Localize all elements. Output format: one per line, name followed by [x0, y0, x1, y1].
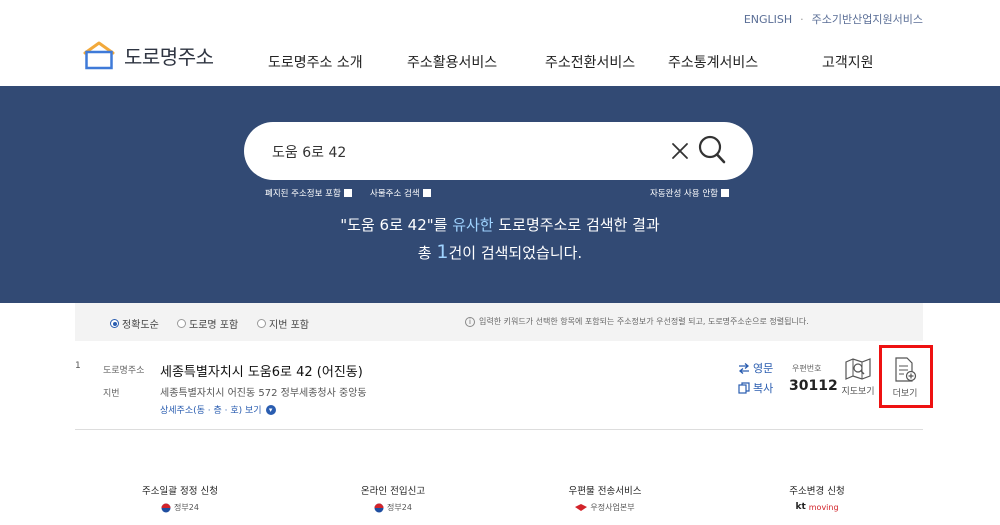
clear-icon[interactable]: [669, 140, 691, 162]
info-icon: i: [465, 316, 475, 327]
highlight-box: [879, 345, 933, 408]
msg-count-suffix: 건이 검색되었습니다.: [448, 244, 583, 262]
english-address-button[interactable]: 영문: [738, 360, 773, 376]
result-row: 1 도로명주소 세종특별자치시 도움6로 42 (어진동) 지번 세종특별자치시…: [75, 341, 933, 430]
separator: ·: [800, 12, 804, 26]
copy-icon: [738, 382, 750, 394]
detail-address-label: 상세주소(동 · 층 · 호) 보기: [160, 406, 262, 416]
sort-notice: i 입력한 키워드가 선택한 항목에 포함되는 주소정보가 우선정렬 되고, 도…: [465, 316, 809, 327]
nav-item-usage[interactable]: 주소활용서비스: [407, 52, 497, 72]
copy-label: 복사: [753, 382, 774, 395]
taegeuk-icon: [161, 503, 171, 512]
radio-jibun-dot[interactable]: [257, 319, 266, 328]
nav-item-statistics[interactable]: 주소통계서비스: [668, 52, 758, 72]
zip-code-label: 우편번호: [792, 364, 822, 373]
map-view-button[interactable]: 지도보기: [838, 357, 878, 413]
radio-road[interactable]: 도로명 포함: [177, 316, 238, 331]
building-option-label: 사물주소 검색: [370, 189, 420, 199]
building-option[interactable]: 사물주소 검색: [370, 187, 431, 199]
quick-link-source: moving: [808, 502, 839, 512]
autocomplete-checkbox[interactable]: [720, 189, 729, 197]
map-view-label: 지도보기: [841, 387, 875, 397]
quick-link-title: 주소일괄 정정 신청: [142, 486, 218, 497]
autocomplete-option[interactable]: 자동완성 사용 안함: [650, 187, 729, 199]
search-hero: 폐지된 주소정보 포함 사물주소 검색 자동완성 사용 안함 "도움 6로 42…: [0, 86, 1000, 303]
quick-link-title: 주소변경 신청: [789, 486, 845, 497]
result-query-message: "도움 6로 42"를 유사한 도로명주소로 검색한 결과: [0, 214, 1000, 235]
nav-item-support[interactable]: 고객지원: [822, 52, 874, 72]
gov24-logo: 정부24: [80, 502, 280, 513]
map-icon: [845, 358, 871, 380]
quick-link-mail-forwarding[interactable]: 우편물 전송서비스 우정사업본부: [505, 483, 705, 513]
quick-link-bulk-correction[interactable]: 주소일괄 정정 신청 정부24: [80, 483, 280, 513]
sort-filter-bar: 정확도순 도로명 포함 지번 포함 i 입력한 키워드가 선택한 항목에 포함되…: [75, 303, 923, 341]
road-address-label: 도로명주소: [103, 366, 145, 376]
msg-count-number: 1: [436, 241, 449, 263]
radio-accuracy-label: 정확도순: [122, 320, 159, 331]
industry-support-link[interactable]: 주소기반산업지원서비스: [812, 11, 923, 27]
gov24-logo: 정부24: [293, 502, 493, 513]
jibun-address: 세종특별자치시 어진동 572 정부세종청사 중앙동: [160, 388, 367, 399]
nav-item-conversion[interactable]: 주소전환서비스: [545, 52, 635, 72]
abolished-option[interactable]: 폐지된 주소정보 포함: [265, 187, 352, 199]
quick-link-source: 정부24: [387, 503, 412, 512]
msg-query-suffix: 도로명주소로 검색한 결과: [493, 216, 660, 234]
postal-swallow-icon: [575, 504, 588, 511]
english-link[interactable]: ENGLISH: [744, 13, 792, 26]
quick-link-title: 온라인 전입신고: [360, 486, 426, 497]
road-address: 세종특별자치시 도움6로 42 (어진동): [160, 365, 363, 380]
abolished-option-label: 폐지된 주소정보 포함: [265, 189, 341, 199]
english-address-label: 영문: [753, 362, 774, 375]
result-count-message: 총 1건이 검색되었습니다.: [0, 241, 1000, 263]
abolished-checkbox[interactable]: [343, 189, 352, 197]
msg-similar-highlight: 유사한: [452, 216, 494, 234]
detail-address-link[interactable]: 상세주소(동 · 층 · 호) 보기 ▾: [160, 403, 276, 416]
copy-button[interactable]: 복사: [738, 380, 773, 396]
utility-links: ENGLISH · 주소기반산업지원서비스: [744, 11, 923, 27]
search-box: [244, 122, 753, 180]
swap-arrows-icon: [738, 362, 750, 374]
radio-accuracy[interactable]: 정확도순: [110, 316, 159, 331]
kt-moving-logo: kt moving: [717, 502, 917, 512]
chevron-down-icon: ▾: [265, 404, 276, 415]
nav-item-intro[interactable]: 도로명주소 소개: [268, 52, 363, 72]
search-icon[interactable]: [697, 134, 727, 166]
quick-link-title: 우편물 전송서비스: [568, 486, 642, 497]
msg-query-text: "도움 6로 42"를: [340, 216, 453, 234]
main-nav: 도로명주소 소개 주소활용서비스 주소전환서비스 주소통계서비스 고객지원: [0, 52, 1000, 72]
quick-link-source: 정부24: [174, 503, 199, 512]
jibun-label: 지번: [103, 389, 120, 399]
radio-road-dot[interactable]: [177, 319, 186, 328]
sort-notice-text: 입력한 키워드가 선택한 항목에 포함되는 주소정보가 우선정렬 되고, 도로명…: [479, 317, 809, 326]
taegeuk-icon: [374, 503, 384, 512]
radio-road-label: 도로명 포함: [189, 320, 239, 331]
building-checkbox[interactable]: [422, 189, 431, 197]
quick-link-address-change[interactable]: 주소변경 신청 kt moving: [717, 483, 917, 512]
msg-count-prefix: 총: [417, 244, 437, 262]
radio-jibun[interactable]: 지번 포함: [257, 316, 309, 331]
autocomplete-option-label: 자동완성 사용 안함: [650, 189, 718, 199]
quick-links: 주소일괄 정정 신청 정부24 온라인 전입신고 정부24 우편물 전송서비스 …: [0, 483, 1000, 525]
header: ENGLISH · 주소기반산업지원서비스 도로명주소 도로명주소 소개 주소활…: [0, 0, 1000, 86]
postal-logo: 우정사업본부: [505, 502, 705, 513]
quick-link-source: 우정사업본부: [590, 503, 635, 512]
radio-accuracy-dot[interactable]: [110, 319, 119, 328]
result-number: 1: [75, 361, 81, 371]
quick-link-move-in[interactable]: 온라인 전입신고 정부24: [293, 483, 493, 513]
zip-code: 30112: [789, 378, 838, 394]
search-input[interactable]: [272, 140, 652, 164]
radio-jibun-label: 지번 포함: [269, 320, 309, 331]
kt-logo-text: kt: [795, 502, 806, 512]
